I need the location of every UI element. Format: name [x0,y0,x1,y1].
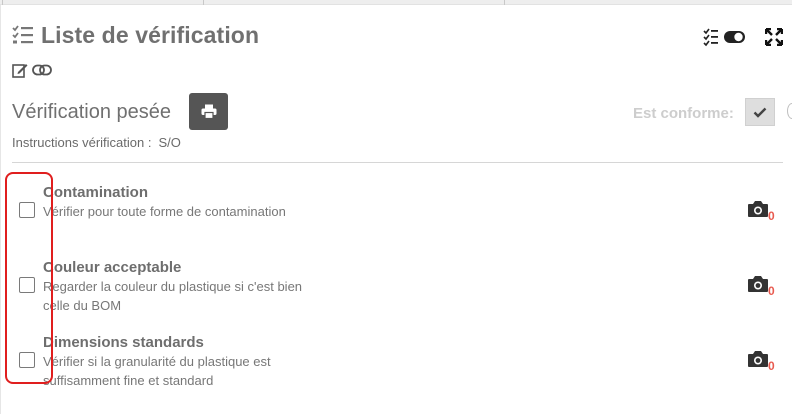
item-description: Regarder la couleur du plastique si c'es… [43,279,303,313]
camera-icon[interactable] [747,200,769,218]
checklist-item: Dimensions standards Vérifier si la gran… [0,332,792,402]
checklist-icon [12,25,33,44]
section-title: Vérification pesée [12,101,171,123]
photo-count: 0 [768,359,775,373]
checklist-item: Couleur acceptable Regarder la couleur d… [0,257,792,327]
item-title: Couleur acceptable [43,259,182,276]
instructions-value: S/O [158,135,181,150]
print-button[interactable] [189,93,228,130]
edit-icon[interactable] [12,62,28,78]
item-checkbox[interactable] [19,277,35,293]
item-description: Vérifier si la granularité du plastique … [43,354,271,388]
camera-icon[interactable] [747,350,769,368]
expand-icon[interactable] [765,28,783,46]
page-title: Liste de vérification [41,22,260,48]
checklist-toggle-icon[interactable] [703,27,747,47]
photo-count: 0 [768,284,775,298]
item-checkbox[interactable] [19,352,35,368]
item-description: Vérifier pour toute forme de contaminati… [43,204,286,219]
divider [12,162,783,163]
item-title: Dimensions standards [43,334,204,351]
clipped-icon [787,103,792,119]
item-title: Contamination [43,184,148,201]
photo-count: 0 [768,209,775,223]
item-checkbox[interactable] [19,202,35,218]
conforme-checkbox[interactable] [745,98,775,126]
instructions-label: Instructions vérification : [12,135,152,150]
checkmark-icon [753,107,767,118]
link-icon[interactable] [32,64,52,76]
print-icon [201,104,216,119]
camera-icon[interactable] [747,275,769,293]
checklist-item: Contamination Vérifier pour toute forme … [0,182,792,252]
conforme-label: Est conforme: [633,105,734,122]
instructions-line: Instructions vérification : S/O [12,135,181,150]
